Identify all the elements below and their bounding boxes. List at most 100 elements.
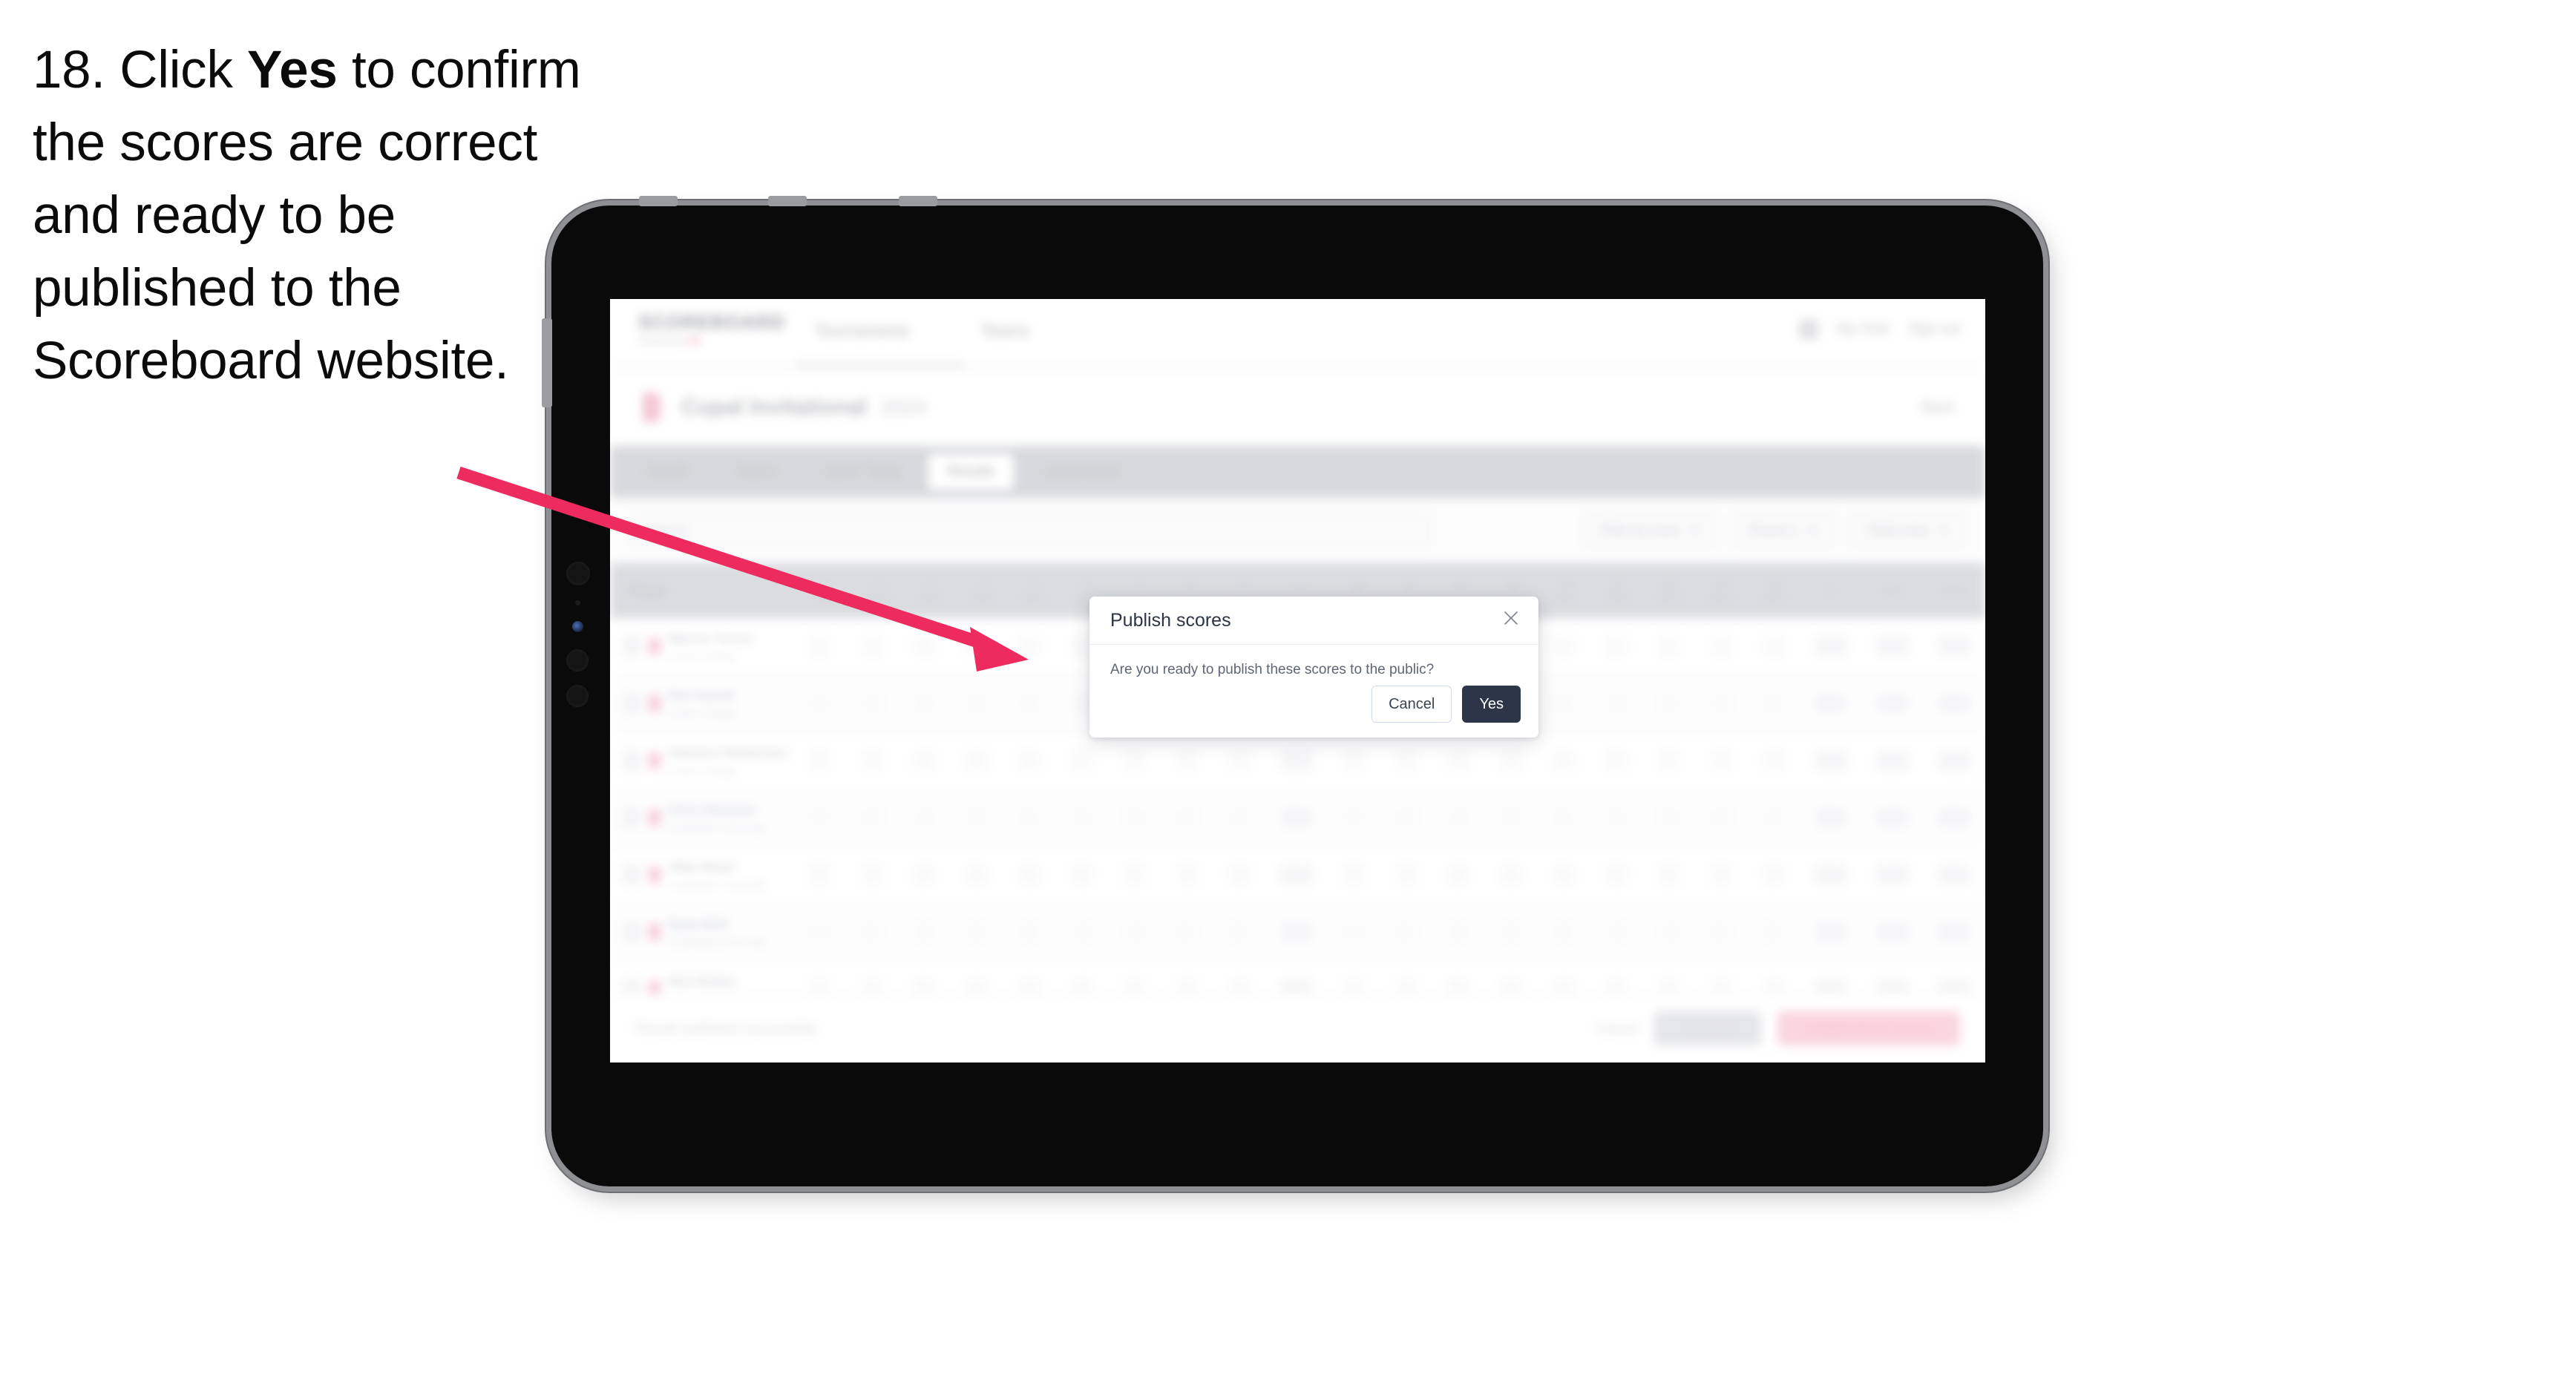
score-input-chip[interactable] [1342,921,1365,943]
back-link[interactable]: Back [1921,399,1954,416]
score-input-chip[interactable] [913,635,936,657]
score-input-chip[interactable] [1553,921,1576,943]
score-input-chip[interactable] [1553,807,1576,829]
score-input-chip[interactable] [966,921,989,943]
score-input-chip[interactable] [966,635,989,657]
score-input-chip[interactable] [1605,692,1628,715]
table-row[interactable]: Chris Newman Southwark University [610,789,1985,847]
score-input-chip[interactable] [1605,864,1628,886]
score-input-chip[interactable] [1018,807,1041,829]
score-input-chip[interactable] [1228,807,1251,829]
score-input-chip[interactable] [807,864,830,886]
close-icon[interactable] [1500,607,1522,629]
score-input-chip[interactable] [807,749,830,772]
score-input-chip[interactable] [807,807,830,829]
score-input-chip[interactable] [913,692,936,715]
score-input-chip[interactable] [1018,749,1041,772]
score-input-chip[interactable] [1500,921,1523,943]
score-input-chip[interactable] [1228,921,1251,943]
nav-link-sign-out[interactable]: Sign out [1908,321,1960,338]
score-input-chip[interactable] [1710,635,1733,657]
app-logo[interactable]: SCOREBOARD Powered by •••• [638,312,785,345]
nav-link-teams[interactable]: Teams [981,321,1029,341]
score-input-chip[interactable] [1657,692,1680,715]
table-row[interactable]: Allan Boyd Southwark University [610,847,1985,904]
score-input-chip[interactable] [966,807,989,829]
score-input-chip[interactable] [860,807,883,829]
user-icon[interactable] [1798,320,1818,339]
score-input-chip[interactable] [913,807,936,829]
score-input-chip[interactable] [1447,749,1470,772]
score-input-chip[interactable] [966,864,989,886]
score-input-chip[interactable] [966,692,989,715]
score-input-chip[interactable] [1176,749,1199,772]
score-input-chip[interactable] [1176,807,1199,829]
score-input-chip[interactable] [860,692,883,715]
score-input-chip[interactable] [1394,807,1418,829]
score-input-chip[interactable] [1123,864,1146,886]
score-input-chip[interactable] [1763,635,1786,657]
score-input-chip[interactable] [1605,807,1628,829]
app-tab-leaderboard[interactable]: Leaderboard [1021,454,1140,490]
score-input-chip[interactable] [1070,864,1093,886]
score-input-chip[interactable] [1123,921,1146,943]
filter-pill-2[interactable]: Table entry [1849,513,1966,548]
score-input-chip[interactable] [1710,692,1733,715]
score-input-chip[interactable] [1710,864,1733,886]
table-row[interactable]: Clarence Robertson Coach College [610,732,1985,789]
score-input-chip[interactable] [1176,921,1199,943]
score-input-chip[interactable] [1657,807,1680,829]
score-input-chip[interactable] [1763,921,1786,943]
score-input-chip[interactable] [1394,749,1418,772]
score-input-chip[interactable] [1710,749,1733,772]
score-input-chip[interactable] [1657,864,1680,886]
score-input-chip[interactable] [1605,749,1628,772]
score-input-chip[interactable] [860,864,883,886]
filter-pill-1[interactable]: Round 1 [1731,513,1835,548]
score-input-chip[interactable] [1070,749,1093,772]
score-input-chip[interactable] [1763,692,1786,715]
app-tab-game-setup[interactable]: Game Setup [803,454,921,490]
score-input-chip[interactable] [1763,864,1786,886]
score-input-chip[interactable] [1070,921,1093,943]
app-tab-details[interactable]: Details [626,454,708,490]
score-input-chip[interactable] [1018,692,1041,715]
yes-button[interactable]: Yes [1462,686,1521,723]
score-input-chip[interactable] [1657,749,1680,772]
save-all-button[interactable]: Save all [1654,1011,1761,1045]
score-input-chip[interactable] [1070,807,1093,829]
score-input-chip[interactable] [1710,921,1733,943]
score-input-chip[interactable] [1605,921,1628,943]
score-input-chip[interactable] [1553,864,1576,886]
score-input-chip[interactable] [1500,807,1523,829]
score-input-chip[interactable] [1228,864,1251,886]
score-input-chip[interactable] [1500,749,1523,772]
score-input-chip[interactable] [860,921,883,943]
score-input-chip[interactable] [1018,864,1041,886]
score-input-chip[interactable] [1710,807,1733,829]
score-input-chip[interactable] [1500,864,1523,886]
score-input-chip[interactable] [1657,635,1680,657]
table-row[interactable]: Ryan Britt Southwark University [610,904,1985,961]
score-input-chip[interactable] [1763,749,1786,772]
score-input-chip[interactable] [1657,921,1680,943]
filter-pill-0[interactable]: Filter by score [1582,513,1717,548]
score-input-chip[interactable] [1447,921,1470,943]
score-input-chip[interactable] [807,692,830,715]
score-input-chip[interactable] [913,864,936,886]
score-input-chip[interactable] [1123,807,1146,829]
score-input-chip[interactable] [807,635,830,657]
cancel-button[interactable]: Cancel [1371,686,1452,723]
score-input-chip[interactable] [1447,807,1470,829]
score-input-chip[interactable] [1553,635,1576,657]
score-input-chip[interactable] [1123,749,1146,772]
score-input-chip[interactable] [1342,864,1365,886]
score-input-chip[interactable] [1176,864,1199,886]
score-input-chip[interactable] [1394,864,1418,886]
score-input-chip[interactable] [1553,749,1576,772]
score-input-chip[interactable] [1018,635,1041,657]
score-input-chip[interactable] [913,749,936,772]
score-input-chip[interactable] [1394,921,1418,943]
search-input[interactable]: Search [629,513,1432,548]
score-input-chip[interactable] [966,749,989,772]
